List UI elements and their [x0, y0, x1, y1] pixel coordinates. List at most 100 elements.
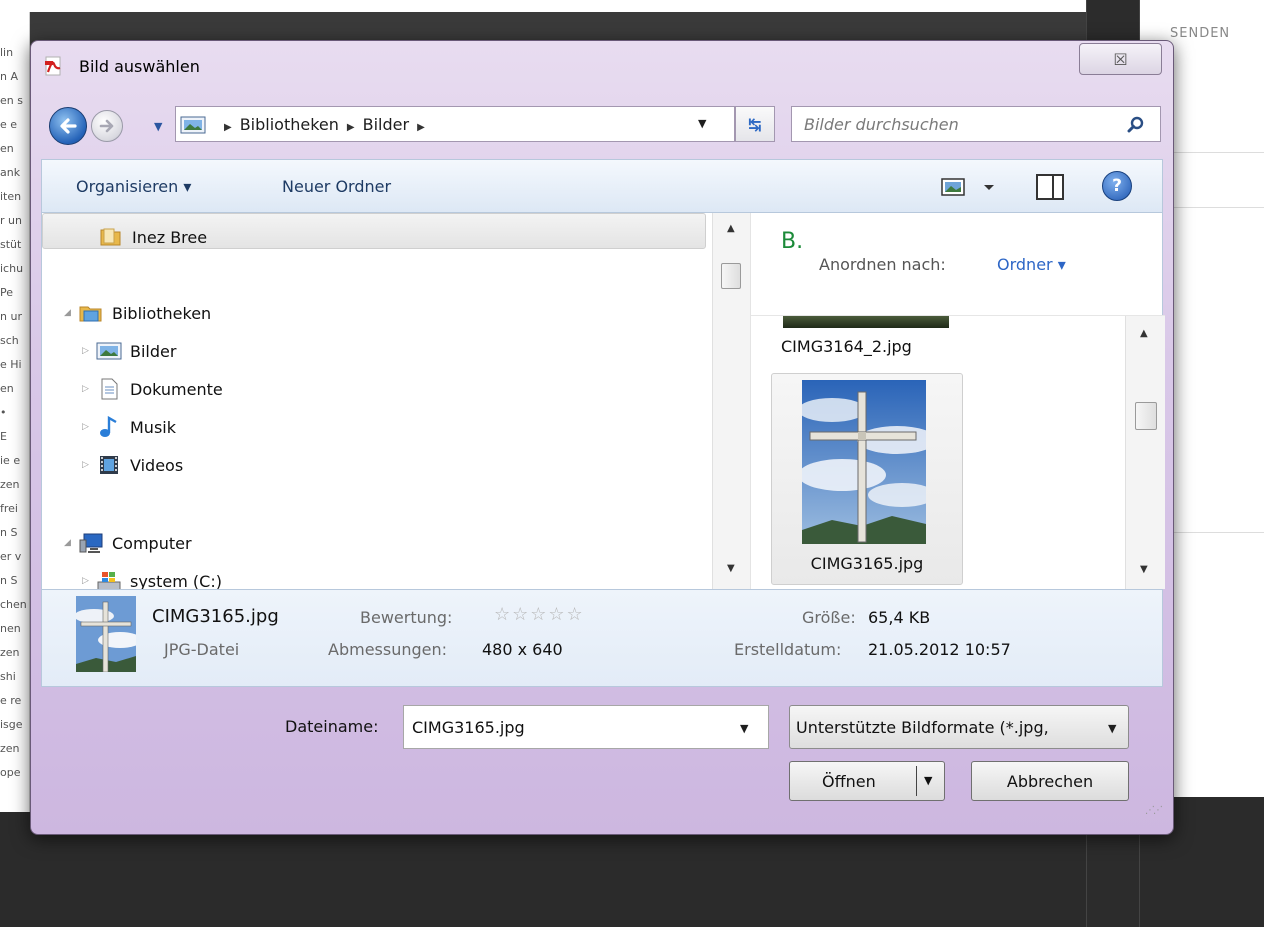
rating-stars[interactable]: ☆☆☆☆☆: [494, 604, 585, 625]
expand-arrow-icon[interactable]: ▷: [82, 346, 96, 356]
background-top-bar: [0, 0, 1264, 12]
refresh-button[interactable]: ↹: [735, 106, 775, 142]
documents-icon: [101, 378, 118, 400]
file-list-scrollbar[interactable]: ▲ ▼: [1125, 316, 1165, 589]
collapse-arrow-icon[interactable]: ◢: [64, 308, 78, 318]
size-label: Größe:: [802, 608, 856, 627]
scroll-down-arrow-icon[interactable]: ▼: [1140, 564, 1148, 575]
breadcrumb-item-bilder[interactable]: Bilder: [363, 115, 409, 134]
background-text-fragment: r un: [0, 214, 22, 227]
background-text-fragment: sch: [0, 334, 19, 347]
scroll-down-arrow-icon[interactable]: ▼: [727, 563, 735, 574]
user-folder-icon: [100, 228, 121, 246]
arrange-by-dropdown[interactable]: Ordner ▾: [997, 255, 1066, 274]
resize-grip-icon[interactable]: ⋰⋰: [1145, 805, 1163, 819]
history-dropdown-icon[interactable]: ▼: [154, 120, 162, 133]
background-text-fragment: E: [0, 430, 7, 443]
tree-item-label: system (C:): [130, 571, 222, 590]
close-button[interactable]: ☒: [1079, 43, 1162, 75]
content-area: Inez Bree ◢ Bibliotheken ▷ Bilder ▷ Doku…: [41, 213, 1165, 589]
tree-item-label: Musik: [130, 417, 176, 437]
videos-icon: [100, 456, 118, 474]
libraries-folder-icon: [79, 306, 102, 322]
scroll-up-arrow-icon[interactable]: ▲: [1140, 328, 1148, 339]
expand-arrow-icon[interactable]: ▷: [82, 422, 96, 432]
scroll-up-arrow-icon[interactable]: ▲: [727, 223, 735, 234]
breadcrumb-separator-icon[interactable]: ▶: [417, 122, 425, 133]
new-folder-button[interactable]: Neuer Ordner: [282, 177, 391, 196]
background-text-fragment: e e: [0, 118, 18, 131]
tree-item-libraries[interactable]: ◢ Bibliotheken: [64, 295, 211, 331]
tree-item-music[interactable]: ▷ Musik: [82, 409, 176, 445]
background-left-panel: lin n A en s e e en ank iten r un stüt ichu Pe n ur…: [0, 12, 30, 812]
refresh-icon: ↹: [748, 114, 762, 134]
tree-scrollbar-thumb[interactable]: [721, 263, 741, 289]
background-text-fragment: n A: [0, 70, 18, 83]
background-text-fragment: ope: [0, 766, 21, 779]
tree-item-documents[interactable]: ▷ Dokumente: [82, 371, 223, 407]
file-type-filter[interactable]: Unterstützte Bildformate (*.jpg, ▼: [789, 705, 1129, 749]
background-text-fragment: ie e: [0, 454, 21, 467]
filename-input[interactable]: CIMG3165.jpg ▼: [403, 705, 769, 749]
back-button[interactable]: [49, 107, 87, 145]
expand-arrow-icon[interactable]: ▷: [82, 460, 96, 470]
tree-scrollbar[interactable]: ▲ ▼: [712, 213, 750, 589]
navigation-tree: Inez Bree ◢ Bibliotheken ▷ Bilder ▷ Doku…: [42, 213, 710, 589]
tree-item-user-folder[interactable]: Inez Bree: [98, 219, 207, 255]
command-toolbar: Organisieren ▾ Neuer Ordner ?: [41, 159, 1163, 213]
background-text-fragment: ichu: [0, 262, 24, 275]
file-item-label[interactable]: CIMG3164_2.jpg: [781, 337, 912, 356]
address-dropdown-icon[interactable]: ▼: [698, 117, 706, 130]
background-text-fragment: en: [0, 142, 14, 155]
expand-arrow-icon[interactable]: ▷: [82, 576, 96, 586]
tree-item-system-drive[interactable]: ▷ system (C:): [82, 563, 222, 589]
forward-button[interactable]: [91, 110, 123, 142]
preview-pane-icon[interactable]: [1036, 174, 1064, 200]
breadcrumb-item-bibliotheken[interactable]: Bibliotheken: [240, 115, 339, 134]
tree-item-videos[interactable]: ▷ Videos: [82, 447, 183, 483]
search-input[interactable]: Bilder durchsuchen: [791, 106, 1161, 142]
file-thumbnail-partial[interactable]: [783, 316, 949, 328]
help-button[interactable]: ?: [1102, 171, 1132, 201]
open-button[interactable]: Öffnen ▼: [789, 761, 945, 801]
organize-menu-button[interactable]: Organisieren ▾: [76, 177, 191, 196]
background-text-fragment: isge: [0, 718, 23, 731]
filename-value: CIMG3165.jpg: [412, 718, 525, 737]
open-options-dropdown-icon[interactable]: ▼: [924, 774, 932, 787]
file-type-value: Unterstützte Bildformate (*.jpg,: [796, 718, 1049, 737]
details-file-type: JPG-Datei: [164, 640, 240, 659]
view-options-icon[interactable]: [940, 174, 1000, 200]
dimensions-value: 480 x 640: [482, 640, 563, 659]
cancel-button[interactable]: Abbrechen: [971, 761, 1129, 801]
rating-label: Bewertung:: [360, 608, 453, 627]
cancel-button-label: Abbrechen: [1006, 771, 1094, 791]
forward-arrow-icon: [99, 119, 114, 133]
expand-arrow-icon[interactable]: ▷: [82, 384, 96, 394]
created-value: 21.05.2012 10:57: [868, 640, 1011, 659]
tree-item-computer[interactable]: ◢ Computer: [64, 525, 192, 561]
created-label: Erstelldatum:: [734, 640, 842, 659]
dialog-titlebar[interactable]: Bild auswählen ☒: [31, 41, 1173, 93]
dimensions-label: Abmessungen:: [328, 640, 448, 659]
tree-item-pictures[interactable]: ▷ Bilder: [82, 333, 176, 369]
background-text-fragment: n S: [0, 574, 18, 587]
file-list-scrollbar-thumb[interactable]: [1135, 402, 1157, 430]
open-button-label: Öffnen: [822, 772, 876, 791]
background-text-fragment: zen: [0, 478, 20, 491]
pdf-app-icon: [45, 56, 61, 76]
background-text-fragment: en s: [0, 94, 23, 107]
background-text-fragment: •: [0, 406, 7, 419]
tree-item-label: Videos: [130, 455, 184, 475]
background-text-fragment: iten: [0, 190, 22, 203]
background-text-fragment: e Hi: [0, 358, 22, 371]
address-bar[interactable]: ▶ Bibliotheken ▶ Bilder ▶ ▼: [175, 106, 735, 142]
background-text-fragment: Pe: [0, 286, 14, 299]
collapse-arrow-icon[interactable]: ◢: [64, 538, 78, 548]
arrange-by-label: Anordnen nach:: [819, 255, 946, 274]
breadcrumb-separator-icon[interactable]: ▶: [347, 122, 355, 133]
filename-dropdown-icon[interactable]: ▼: [740, 722, 748, 735]
breadcrumb-separator-icon[interactable]: ▶: [224, 122, 232, 133]
file-item-selected[interactable]: CIMG3165.jpg: [771, 373, 963, 585]
background-text-fragment: zen: [0, 742, 20, 755]
dialog-footer: Dateiname: CIMG3165.jpg ▼ Unterstützte B…: [41, 687, 1163, 827]
